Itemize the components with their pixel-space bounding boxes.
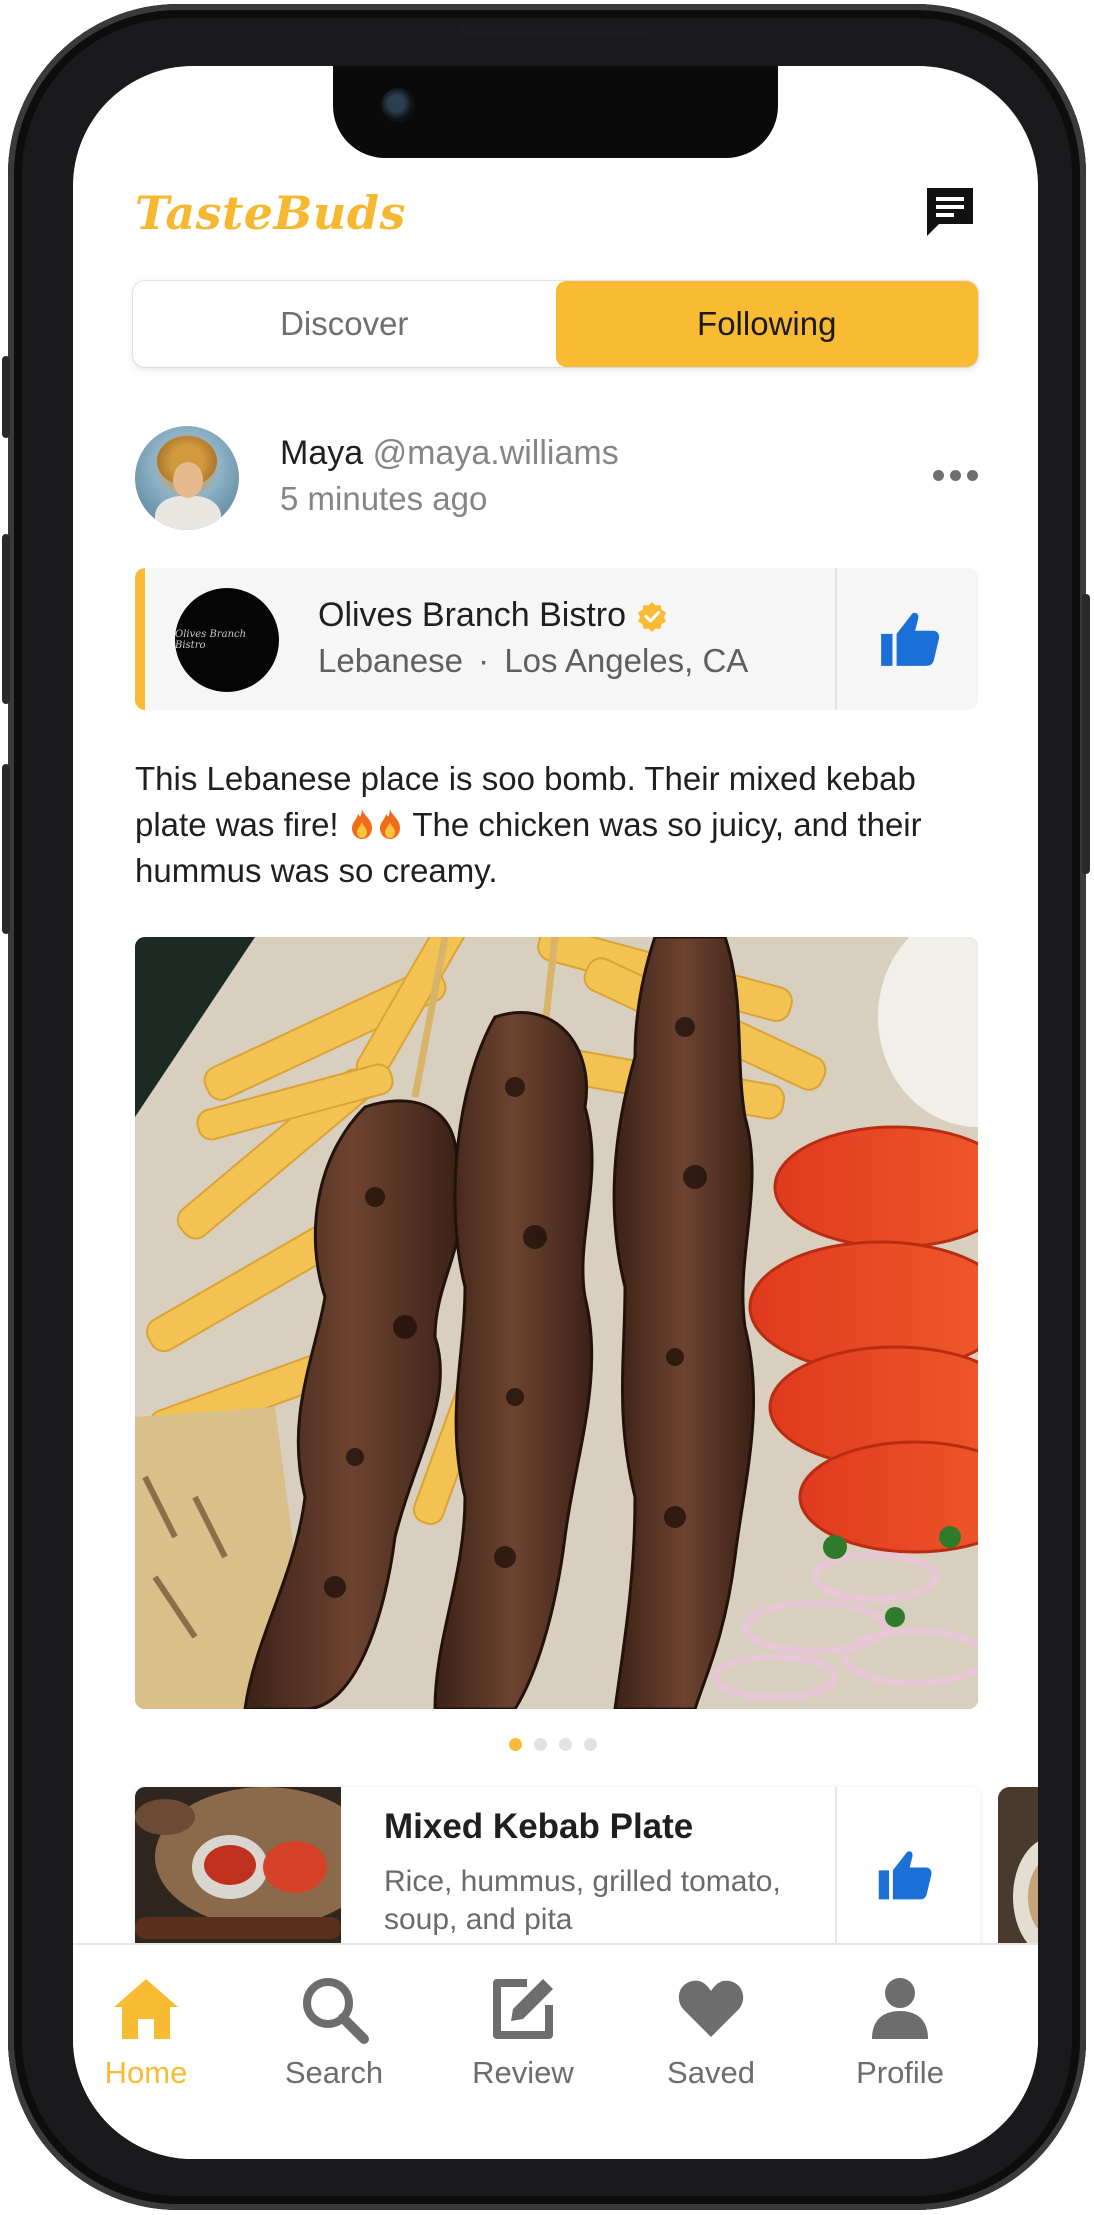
restaurant-cuisine: Lebanese bbox=[318, 642, 463, 679]
notch bbox=[333, 66, 778, 158]
nav-profile[interactable]: Profile bbox=[830, 1973, 970, 2091]
heart-icon bbox=[678, 1980, 744, 2037]
fire-emoji-icon bbox=[351, 809, 372, 839]
tab-following[interactable]: Following bbox=[555, 281, 978, 367]
carousel-dot[interactable] bbox=[559, 1738, 572, 1751]
restaurant-name[interactable]: Olives Branch Bistro bbox=[318, 596, 668, 635]
volume-up-button bbox=[2, 534, 10, 704]
front-camera bbox=[381, 88, 415, 122]
restaurant-location: Los Angeles, CA bbox=[504, 642, 749, 679]
bottom-nav: Home Search Review Saved Profile bbox=[73, 1943, 1038, 2159]
avatar[interactable] bbox=[135, 426, 239, 530]
divider bbox=[835, 568, 837, 710]
phone-frame: TasteBuds Discover Following Maya @maya.… bbox=[2, 4, 1090, 2210]
thumbs-up-icon[interactable] bbox=[875, 1845, 935, 1905]
meta-separator: · bbox=[478, 642, 490, 679]
app-screen: TasteBuds Discover Following Maya @maya.… bbox=[73, 66, 1038, 2159]
author-handle: @maya.williams bbox=[372, 434, 619, 472]
power-button bbox=[1082, 594, 1090, 874]
earpiece-speaker bbox=[460, 24, 650, 38]
restaurant-logo: Olives Branch Bistro bbox=[175, 588, 279, 692]
nav-saved[interactable]: Saved bbox=[641, 1973, 781, 2091]
author-name: Maya bbox=[280, 434, 364, 472]
tab-discover[interactable]: Discover bbox=[133, 281, 556, 367]
nav-home[interactable]: Home bbox=[76, 1973, 216, 2091]
edit-icon bbox=[493, 1979, 553, 2039]
dish-description: Rice, hummus, grilled tomato, soup, and … bbox=[384, 1865, 781, 1936]
post-photo[interactable] bbox=[135, 937, 978, 1709]
feed-tabs: Discover Following bbox=[133, 281, 978, 367]
accent-bar bbox=[135, 568, 145, 710]
kebab-plate-image bbox=[135, 937, 978, 1709]
restaurant-meta: Lebanese · Los Angeles, CA bbox=[318, 642, 748, 680]
post-timestamp: 5 minutes ago bbox=[280, 480, 488, 517]
nav-search[interactable]: Search bbox=[264, 1973, 404, 2091]
thumbs-up-icon[interactable] bbox=[877, 606, 943, 672]
home-icon bbox=[114, 1979, 178, 2039]
carousel-dot[interactable] bbox=[509, 1738, 522, 1751]
person-icon bbox=[872, 1978, 928, 2039]
more-options-icon[interactable] bbox=[933, 470, 978, 481]
post-caption: This Lebanese place is soo bomb. Their m… bbox=[135, 760, 922, 889]
post-author[interactable]: Maya @maya.williams bbox=[280, 434, 619, 473]
search-icon bbox=[303, 1978, 369, 2044]
verified-badge-icon bbox=[638, 601, 666, 632]
carousel-dot[interactable] bbox=[534, 1738, 547, 1751]
volume-down-button bbox=[2, 764, 10, 934]
nav-review[interactable]: Review bbox=[453, 1973, 593, 2091]
carousel-indicator[interactable] bbox=[509, 1738, 597, 1751]
mute-switch bbox=[2, 356, 10, 438]
restaurant-card[interactable]: Olives Branch Bistro Olives Branch Bistr… bbox=[135, 568, 978, 710]
dish-name[interactable]: Mixed Kebab Plate bbox=[384, 1807, 693, 1847]
carousel-dot[interactable] bbox=[584, 1738, 597, 1751]
chat-icon[interactable] bbox=[923, 184, 977, 238]
app-logo: TasteBuds bbox=[135, 186, 406, 240]
fire-emoji-icon bbox=[379, 809, 400, 839]
